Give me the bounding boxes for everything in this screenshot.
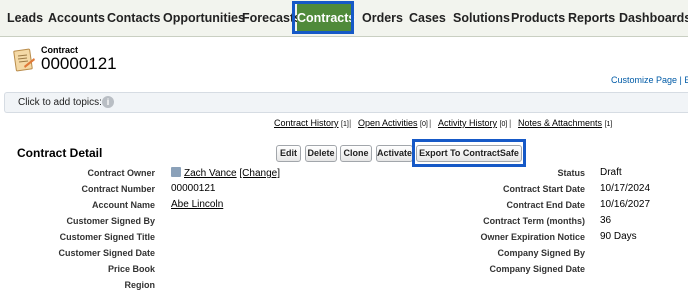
related-link-label: Contract History <box>274 118 339 128</box>
related-link-label: Open Activities <box>358 118 418 128</box>
record-name: 00000121 <box>41 54 117 73</box>
field-value-owner-expiration-notice: 90 Days <box>600 231 637 242</box>
related-link-contract-history[interactable]: Contract History [1] <box>274 118 349 128</box>
change-owner-link[interactable]: [Change] <box>239 168 280 179</box>
field-label-price-book: Price Book <box>107 264 155 274</box>
field-label-company-signed-by: Company Signed By <box>497 248 585 258</box>
field-label-customer-signed-by: Customer Signed By <box>66 216 155 226</box>
activate-button[interactable]: Activate <box>376 145 413 162</box>
related-link-count: [1] <box>341 121 349 128</box>
field-label-contract-term: Contract Term (months) <box>483 216 585 226</box>
field-value-status: Draft <box>600 167 622 178</box>
tab-dashboards[interactable]: Dashboards <box>619 0 688 36</box>
field-value-contract-term: 36 <box>600 215 612 226</box>
field-label-customer-signed-date: Customer Signed Date <box>58 248 155 258</box>
info-icon[interactable]: i <box>102 96 114 108</box>
link-separator: | <box>349 118 352 128</box>
related-link-count: [0] <box>499 121 508 128</box>
related-link-notes-attachments[interactable]: Notes & Attachments [1] <box>518 118 612 128</box>
topics-bar: Click to add topics: i <box>4 92 688 113</box>
add-topics-link[interactable]: Click to add topics: <box>18 97 102 108</box>
related-link-label: Activity History <box>438 118 498 128</box>
account-name-link[interactable]: Abe Lincoln <box>171 199 223 210</box>
export-to-contractsafe-button[interactable]: Export To ContractSafe <box>416 145 522 162</box>
tab-products[interactable]: Products <box>511 0 565 36</box>
field-value-contract-start-date: 10/17/2024 <box>600 183 651 194</box>
tab-orders[interactable]: Orders <box>362 0 403 36</box>
related-link-open-activities[interactable]: Open Activities [0] <box>358 118 428 128</box>
user-icon <box>171 167 181 177</box>
app-tab-bar: Leads Accounts Contacts Opportunities Fo… <box>0 0 688 37</box>
edit-button[interactable]: Edit <box>276 145 301 162</box>
contract-icon <box>12 48 36 74</box>
related-link-label: Notes & Attachments <box>518 118 603 128</box>
field-label-company-signed-date: Company Signed Date <box>489 264 585 274</box>
field-value-contract-owner: Zach Vance [Change] <box>171 167 280 179</box>
related-link-count: [1] <box>604 121 613 128</box>
tab-contacts[interactable]: Contacts <box>107 0 160 36</box>
field-label-contract-start-date: Contract Start Date <box>502 184 585 194</box>
section-title: Contract Detail <box>17 146 103 160</box>
tab-contracts[interactable]: Contracts <box>297 3 355 33</box>
link-separator: | <box>509 118 512 128</box>
field-label-contract-owner: Contract Owner <box>87 168 155 178</box>
clone-button[interactable]: Clone <box>340 145 372 162</box>
link-separator: | <box>429 118 432 128</box>
field-label-contract-number: Contract Number <box>81 184 155 194</box>
tab-opportunities[interactable]: Opportunities <box>163 0 245 36</box>
tab-solutions[interactable]: Solutions <box>453 0 510 36</box>
tab-forecasts[interactable]: Forecasts <box>242 0 301 36</box>
related-link-count: [0] <box>420 121 428 128</box>
related-link-activity-history[interactable]: Activity History [0] <box>438 118 507 128</box>
field-label-owner-expiration-notice: Owner Expiration Notice <box>480 232 585 242</box>
field-label-account-name: Account Name <box>91 200 155 210</box>
field-value-contract-number: 00000121 <box>171 183 216 194</box>
owner-link[interactable]: Zach Vance <box>184 168 237 179</box>
field-label-customer-signed-title: Customer Signed Title <box>59 232 155 242</box>
tab-leads[interactable]: Leads <box>7 0 43 36</box>
tab-cases[interactable]: Cases <box>409 0 446 36</box>
tab-accounts[interactable]: Accounts <box>48 0 105 36</box>
field-label-status: Status <box>557 168 585 178</box>
field-label-region: Region <box>124 280 156 290</box>
tab-reports[interactable]: Reports <box>568 0 615 36</box>
field-value-contract-end-date: 10/16/2027 <box>600 199 651 210</box>
delete-button[interactable]: Delete <box>305 145 337 162</box>
customize-page-link[interactable]: Customize Page | Ed <box>611 75 688 85</box>
field-label-contract-end-date: Contract End Date <box>506 200 585 210</box>
